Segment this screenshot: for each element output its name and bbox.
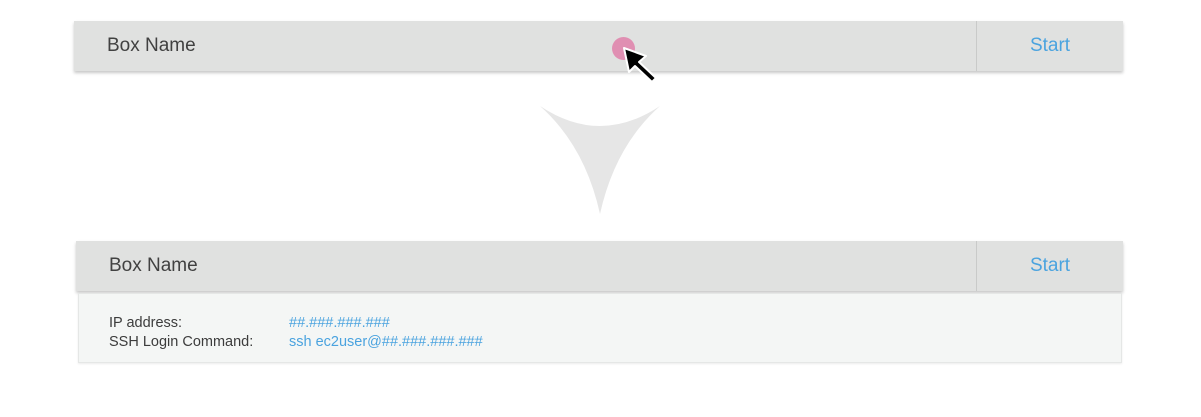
box-row-expanded[interactable]: Box Name Start xyxy=(76,241,1123,291)
start-button[interactable]: Start xyxy=(976,241,1123,291)
ssh-command-label: SSH Login Command: xyxy=(109,334,254,350)
ssh-command-value[interactable]: ssh ec2user@##.###.###.### xyxy=(289,334,483,350)
box-name-label: Box Name xyxy=(107,35,196,56)
box-row-collapsed[interactable]: Box Name Start xyxy=(74,21,1123,71)
ip-address-label: IP address: xyxy=(109,315,183,331)
ip-address-row: IP address: ##.###.###.### xyxy=(109,314,390,333)
ssh-command-row: SSH Login Command: ssh ec2user@##.###.###… xyxy=(109,333,483,352)
ip-address-value[interactable]: ##.###.###.### xyxy=(289,315,390,331)
down-arrow-icon xyxy=(540,106,660,214)
box-details-panel: IP address: ##.###.###.### SSH Login Comm… xyxy=(78,293,1122,363)
box-name-label: Box Name xyxy=(109,255,198,276)
start-button[interactable]: Start xyxy=(976,21,1123,71)
mouse-pointer-icon xyxy=(623,47,657,83)
